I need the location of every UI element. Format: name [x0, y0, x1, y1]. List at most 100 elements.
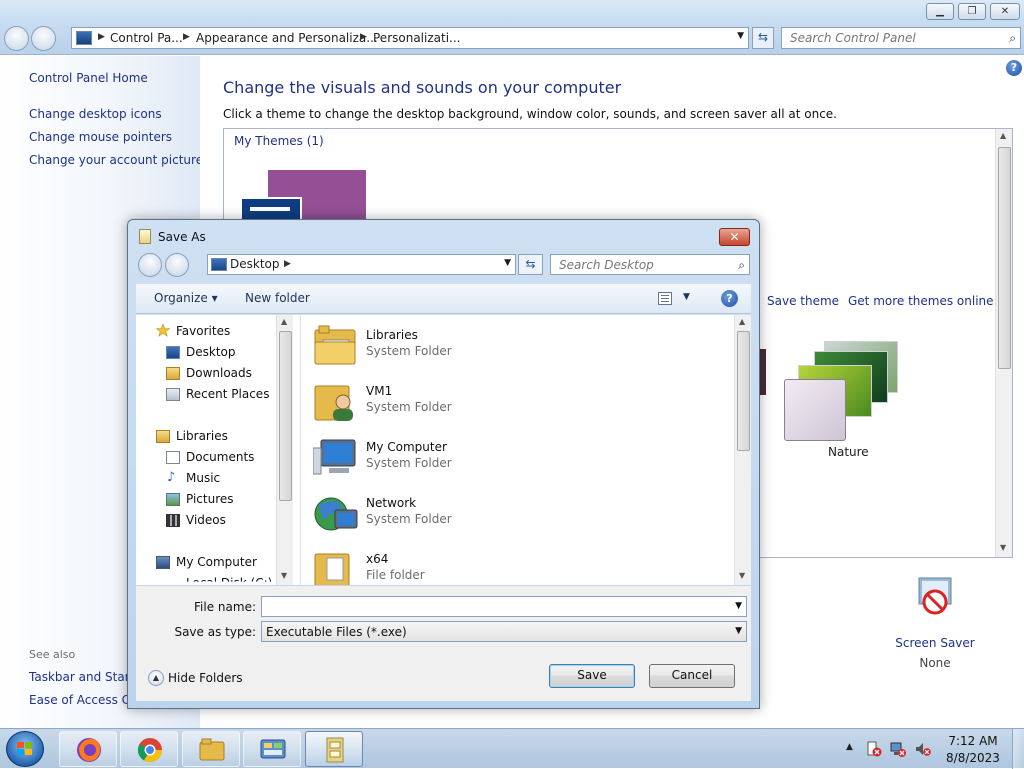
scrollbar-thumb[interactable] — [279, 331, 292, 501]
navigation-scrollbar[interactable]: ▲ ▼ — [276, 315, 293, 585]
file-name-field[interactable]: ▼ — [261, 596, 747, 617]
view-options-icon[interactable] — [658, 292, 672, 305]
change-desktop-icons-link[interactable]: Change desktop icons — [29, 107, 162, 121]
search-icon[interactable]: ⌕ — [738, 258, 745, 273]
file-type: System Folder — [366, 512, 452, 526]
chevron-down-icon[interactable]: ▼ — [504, 258, 511, 268]
list-item[interactable]: Libraries System Folder — [313, 320, 713, 370]
search-input[interactable] — [788, 30, 998, 46]
breadcrumb-chevron-icon[interactable]: ▶ — [284, 259, 291, 269]
scrollbar-thumb[interactable] — [998, 147, 1011, 369]
dialog-address-bar[interactable]: Desktop ▶ ▼ — [207, 254, 516, 275]
breadcrumb-control-panel[interactable]: Control Pa... — [110, 31, 183, 45]
nav-music[interactable]: Music — [186, 471, 220, 485]
list-item[interactable]: x64 File folder — [313, 544, 713, 585]
refresh-button[interactable]: ⇆ — [518, 254, 543, 275]
nav-libraries[interactable]: Libraries — [176, 429, 228, 443]
close-button[interactable]: ✕ — [990, 3, 1020, 20]
taskbar-save-as[interactable] — [305, 731, 363, 767]
new-folder-button[interactable]: New folder — [245, 291, 310, 305]
action-center-icon[interactable] — [866, 741, 882, 757]
dialog-title: Save As — [158, 230, 206, 244]
nature-theme-thumbnail[interactable] — [784, 341, 904, 441]
breadcrumb-desktop[interactable]: Desktop — [230, 257, 280, 271]
ease-of-access-link[interactable]: Ease of Access Cer — [29, 693, 142, 707]
help-icon[interactable]: ? — [721, 290, 738, 307]
system-clock[interactable]: 7:12 AM 8/8/2023 — [944, 733, 1002, 767]
network-icon[interactable] — [890, 741, 906, 757]
breadcrumb-appearance[interactable]: Appearance and Personaliza... — [196, 31, 378, 45]
pictures-icon — [166, 493, 180, 506]
search-icon[interactable]: ⌕ — [1009, 31, 1016, 46]
taskbar-firefox[interactable] — [59, 731, 117, 767]
list-item[interactable]: VM1 System Folder — [313, 376, 713, 426]
scroll-up-icon[interactable]: ▲ — [1000, 131, 1006, 140]
minimize-button[interactable]: ▁ — [926, 3, 954, 20]
nav-videos[interactable]: Videos — [186, 513, 226, 527]
address-bar[interactable]: ▶ Control Pa... ▶ Appearance and Persona… — [71, 27, 749, 49]
computer-icon — [156, 556, 170, 569]
scroll-down-icon[interactable]: ▼ — [1000, 543, 1006, 552]
nav-recent-places[interactable]: Recent Places — [186, 387, 269, 401]
back-button[interactable] — [138, 253, 162, 277]
file-type: File folder — [366, 568, 425, 582]
nav-downloads[interactable]: Downloads — [186, 366, 252, 380]
forward-button[interactable] — [165, 253, 189, 277]
file-name-input[interactable] — [266, 599, 726, 615]
save-as-dialog: Save As ✕ Desktop ▶ ▼ ⇆ ⌕ Organize ▾ New… — [127, 219, 760, 709]
breadcrumb-chevron-icon[interactable]: ▶ — [183, 32, 190, 42]
get-more-themes-link[interactable]: Get more themes online — [848, 294, 994, 308]
nav-documents[interactable]: Documents — [186, 450, 254, 464]
control-panel-home-link[interactable]: Control Panel Home — [29, 71, 148, 85]
volume-muted-icon[interactable] — [915, 741, 931, 757]
my-themes-group-label: My Themes (1) — [234, 134, 324, 148]
dialog-close-button[interactable]: ✕ — [719, 228, 750, 246]
control-panel-search[interactable]: ⌕ — [781, 27, 1021, 49]
show-hidden-icons-button[interactable]: ▲ — [846, 742, 853, 752]
list-item[interactable]: My Computer System Folder — [313, 432, 713, 482]
start-button[interactable] — [6, 731, 44, 767]
scroll-up-icon[interactable]: ▲ — [281, 317, 287, 326]
taskbar-explorer[interactable] — [182, 731, 240, 767]
save-theme-link[interactable]: Save theme — [767, 294, 839, 308]
screen-saver-label[interactable]: Screen Saver — [880, 636, 990, 650]
chevron-down-icon[interactable]: ▼ — [683, 292, 690, 302]
file-list-scrollbar[interactable]: ▲ ▼ — [734, 315, 751, 585]
taskbar-chrome[interactable] — [120, 731, 178, 767]
show-desktop-button[interactable] — [1012, 729, 1024, 769]
theme-list-scrollbar[interactable]: ▲ ▼ — [995, 129, 1012, 557]
forward-button[interactable] — [31, 26, 56, 51]
dialog-toolbar: Organize ▾ New folder ▼ ? — [136, 284, 751, 314]
chevron-down-icon[interactable]: ▼ — [735, 626, 742, 636]
pane-splitter[interactable] — [293, 315, 301, 585]
scroll-down-icon[interactable]: ▼ — [281, 571, 287, 580]
save-button[interactable]: Save — [549, 664, 635, 688]
firefox-icon — [77, 738, 101, 762]
help-icon[interactable]: ? — [1006, 60, 1022, 76]
search-desktop-input[interactable] — [557, 257, 727, 273]
nav-my-computer[interactable]: My Computer — [176, 555, 257, 569]
chevron-down-icon[interactable]: ▼ — [737, 31, 744, 41]
breadcrumb-personalization[interactable]: Personalizati... — [373, 31, 460, 45]
breadcrumb-chevron-icon[interactable]: ▶ — [360, 32, 367, 42]
nav-favorites[interactable]: Favorites — [176, 324, 230, 338]
organize-button[interactable]: Organize ▾ — [154, 291, 218, 305]
scroll-down-icon[interactable]: ▼ — [739, 571, 745, 580]
refresh-button[interactable]: ⇆ — [752, 27, 774, 49]
change-mouse-pointers-link[interactable]: Change mouse pointers — [29, 130, 172, 144]
back-button[interactable] — [4, 26, 29, 51]
nav-pictures[interactable]: Pictures — [186, 492, 234, 506]
maximize-button[interactable]: ❐ — [958, 3, 986, 20]
list-item[interactable]: Network System Folder — [313, 488, 713, 538]
scrollbar-thumb[interactable] — [737, 331, 750, 451]
change-account-picture-link[interactable]: Change your account picture — [29, 153, 203, 167]
save-as-type-select[interactable]: Executable Files (*.exe) ▼ — [261, 621, 747, 642]
screen-saver-setting[interactable]: Screen Saver None — [880, 576, 990, 670]
scroll-up-icon[interactable]: ▲ — [739, 317, 745, 326]
cancel-button[interactable]: Cancel — [649, 664, 735, 688]
file-type: System Folder — [366, 456, 452, 470]
chevron-down-icon[interactable]: ▼ — [735, 601, 742, 611]
nav-desktop[interactable]: Desktop — [186, 345, 236, 359]
dialog-search[interactable]: ⌕ — [550, 254, 750, 275]
taskbar-control-panel[interactable] — [243, 731, 301, 767]
